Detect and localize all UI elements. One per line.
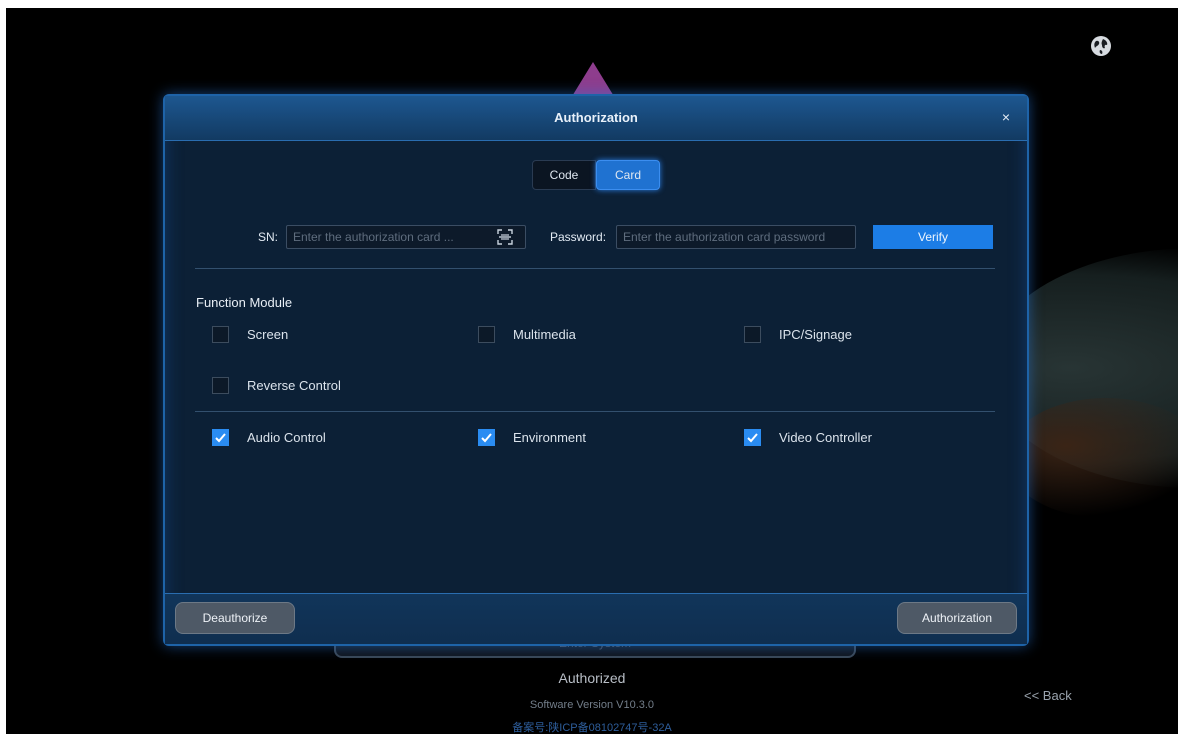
module-label: Reverse Control [247, 378, 341, 393]
checkbox-reverse-control[interactable] [212, 377, 229, 394]
check-icon [747, 433, 758, 443]
sn-label: SN: [258, 230, 279, 244]
background-star [571, 62, 615, 98]
verify-button[interactable]: Verify [873, 225, 993, 249]
module-label: Screen [247, 327, 289, 342]
module-screen[interactable]: Screen [212, 326, 288, 343]
screen: Enter System Authorized Software Version… [6, 8, 1178, 734]
back-link[interactable]: << Back [1024, 688, 1072, 703]
authorization-button[interactable]: Authorization [897, 602, 1017, 634]
sn-field-wrapper [286, 225, 526, 249]
auth-mode-tabs: Code Card [532, 160, 660, 190]
scan-icon[interactable] [497, 229, 513, 245]
close-icon[interactable]: × [997, 108, 1015, 126]
password-field-wrapper [616, 225, 856, 249]
checkbox-audio-control[interactable] [212, 429, 229, 446]
icp-link[interactable]: 备案号:陕ICP备08102747号-32A [6, 719, 1178, 734]
module-video-controller[interactable]: Video Controller [744, 429, 872, 446]
divider [195, 268, 995, 269]
module-label: Audio Control [247, 430, 326, 445]
tab-code[interactable]: Code [532, 160, 596, 190]
module-label: IPC/Signage [779, 327, 852, 342]
module-label: Environment [513, 430, 586, 445]
password-label: Password: [550, 230, 607, 244]
deauthorize-button[interactable]: Deauthorize [175, 602, 295, 634]
tab-card[interactable]: Card [596, 160, 660, 190]
sn-input[interactable] [287, 226, 483, 248]
check-icon [215, 433, 226, 443]
dialog-title: Authorization [554, 110, 638, 125]
module-label: Video Controller [779, 430, 872, 445]
module-label: Multimedia [513, 327, 576, 342]
dialog-footer: Deauthorize Authorization [165, 593, 1027, 644]
authorized-status: Authorized [558, 670, 626, 686]
module-multimedia[interactable]: Multimedia [478, 326, 576, 343]
check-icon [481, 433, 492, 443]
software-version: Software Version V10.3.0 [529, 699, 655, 711]
module-ipc-signage[interactable]: IPC/Signage [744, 326, 852, 343]
module-audio-control[interactable]: Audio Control [212, 429, 326, 446]
globe-icon[interactable] [1090, 35, 1112, 57]
checkbox-ipc-signage[interactable] [744, 326, 761, 343]
checkbox-screen[interactable] [212, 326, 229, 343]
checkbox-video-controller[interactable] [744, 429, 761, 446]
password-input[interactable] [617, 226, 855, 248]
function-module-title: Function Module [196, 295, 293, 310]
module-reverse-control[interactable]: Reverse Control [212, 377, 341, 394]
checkbox-environment[interactable] [478, 429, 495, 446]
module-environment[interactable]: Environment [478, 429, 586, 446]
checkbox-multimedia[interactable] [478, 326, 495, 343]
divider [195, 411, 995, 412]
dialog-header: Authorization × [165, 96, 1027, 141]
authorization-dialog: Authorization × Code Card SN: Password: … [163, 94, 1029, 646]
